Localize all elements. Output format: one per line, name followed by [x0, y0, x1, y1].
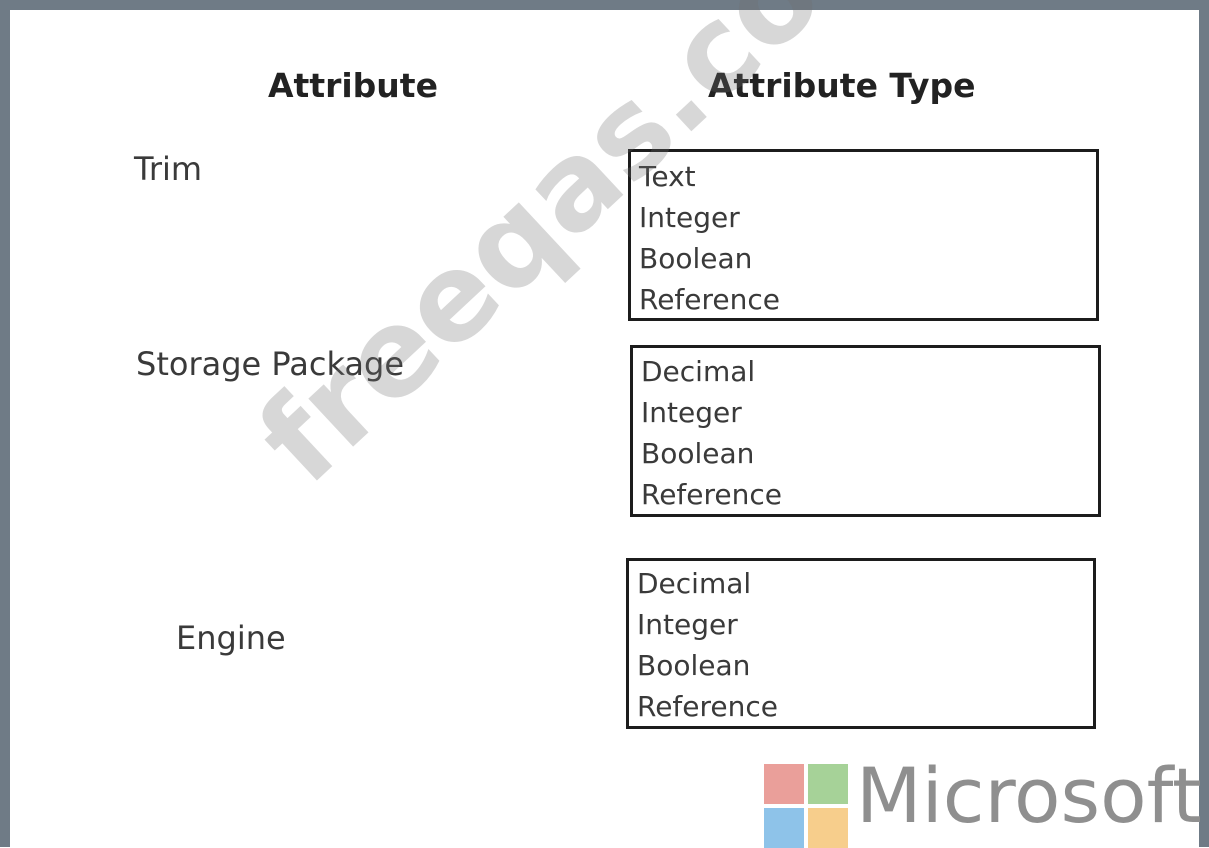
attribute-trim-label: Trim — [134, 150, 203, 188]
trim-option-boolean[interactable]: Boolean — [639, 238, 1096, 279]
trim-option-text[interactable]: Text — [639, 156, 1096, 197]
engine-option-decimal[interactable]: Decimal — [637, 563, 1093, 604]
storage-option-reference[interactable]: Reference — [641, 474, 1098, 515]
microsoft-logo-yellow-square — [808, 808, 848, 848]
trim-type-listbox[interactable]: Text Integer Boolean Reference — [628, 149, 1099, 321]
microsoft-logo-green-square — [808, 764, 848, 804]
storage-package-type-listbox[interactable]: Decimal Integer Boolean Reference — [630, 345, 1101, 517]
microsoft-logo-blue-square — [764, 808, 804, 848]
attribute-storage-package-label: Storage Package — [136, 345, 405, 383]
engine-type-listbox[interactable]: Decimal Integer Boolean Reference — [626, 558, 1096, 729]
microsoft-logo-red-square — [764, 764, 804, 804]
trim-option-integer[interactable]: Integer — [639, 197, 1096, 238]
microsoft-logo-text: Microsoft — [856, 751, 1202, 840]
engine-option-reference[interactable]: Reference — [637, 686, 1093, 727]
engine-option-integer[interactable]: Integer — [637, 604, 1093, 645]
storage-option-decimal[interactable]: Decimal — [641, 351, 1098, 392]
attribute-engine-label: Engine — [176, 619, 286, 657]
storage-option-boolean[interactable]: Boolean — [641, 433, 1098, 474]
attribute-type-header: Attribute Type — [708, 66, 976, 105]
attribute-header: Attribute — [268, 66, 438, 105]
trim-option-reference[interactable]: Reference — [639, 279, 1096, 320]
engine-option-boolean[interactable]: Boolean — [637, 645, 1093, 686]
storage-option-integer[interactable]: Integer — [641, 392, 1098, 433]
